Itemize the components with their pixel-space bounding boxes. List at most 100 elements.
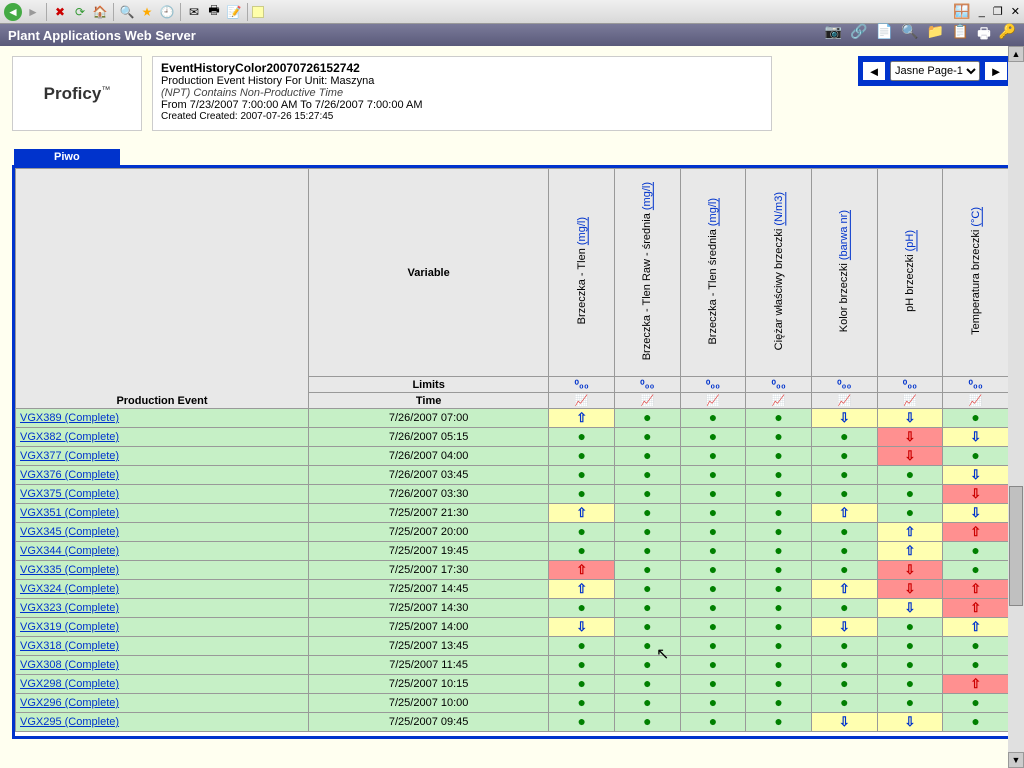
event-link[interactable]: VGX324 (Complete) — [16, 580, 309, 599]
note-icon[interactable] — [252, 6, 264, 18]
cell[interactable]: ● — [746, 656, 812, 675]
cell[interactable]: ● — [746, 409, 812, 428]
cell[interactable]: ⇧ — [943, 618, 1009, 637]
history-icon[interactable]: 🕘 — [158, 3, 176, 21]
chart-4[interactable]: 📈 — [811, 393, 877, 409]
forward-button[interactable]: ► — [24, 3, 42, 21]
close-icon[interactable]: ✕ — [1011, 5, 1020, 18]
lim-4[interactable]: ⁰₀₀ — [811, 377, 877, 393]
cell[interactable]: ● — [811, 447, 877, 466]
cell[interactable]: ● — [811, 466, 877, 485]
event-link[interactable]: VGX344 (Complete) — [16, 542, 309, 561]
chart-5[interactable]: 📈 — [877, 393, 943, 409]
cell[interactable]: ● — [746, 542, 812, 561]
cell[interactable]: ● — [877, 675, 943, 694]
vertical-scrollbar[interactable]: ▲ ▼ — [1008, 46, 1024, 768]
cell[interactable]: ● — [746, 561, 812, 580]
cell[interactable]: ● — [615, 580, 681, 599]
event-link[interactable]: VGX345 (Complete) — [16, 523, 309, 542]
cell[interactable]: ● — [549, 713, 615, 732]
folder-icon[interactable]: 📁 — [926, 23, 943, 47]
lim-1[interactable]: ⁰₀₀ — [615, 377, 681, 393]
cell[interactable]: ● — [615, 485, 681, 504]
cell[interactable]: ● — [549, 637, 615, 656]
cell[interactable]: ● — [549, 542, 615, 561]
cell[interactable]: ● — [549, 485, 615, 504]
cell[interactable]: ● — [943, 637, 1009, 656]
cell[interactable]: ● — [615, 656, 681, 675]
cell[interactable]: ● — [943, 561, 1009, 580]
cell[interactable]: ⇩ — [943, 485, 1009, 504]
cell[interactable]: ● — [746, 599, 812, 618]
cell[interactable]: ⇧ — [549, 580, 615, 599]
cell[interactable]: ⇧ — [549, 504, 615, 523]
camera-icon[interactable]: 📷 — [825, 23, 842, 47]
chart-0[interactable]: 📈 — [549, 393, 615, 409]
cell[interactable]: ● — [549, 675, 615, 694]
cell[interactable]: ⇧ — [943, 580, 1009, 599]
cell[interactable]: ● — [615, 599, 681, 618]
cell[interactable]: ● — [746, 637, 812, 656]
cell[interactable]: ● — [877, 656, 943, 675]
event-link[interactable]: VGX323 (Complete) — [16, 599, 309, 618]
cell[interactable]: ● — [811, 523, 877, 542]
cell[interactable]: ⇩ — [549, 618, 615, 637]
chart-2[interactable]: 📈 — [680, 393, 746, 409]
cell[interactable]: ● — [746, 504, 812, 523]
cell[interactable]: ● — [549, 447, 615, 466]
lim-3[interactable]: ⁰₀₀ — [746, 377, 812, 393]
cell[interactable]: ● — [877, 618, 943, 637]
home-icon[interactable]: 🏠 — [91, 3, 109, 21]
cell[interactable]: ⇩ — [877, 580, 943, 599]
refresh-icon[interactable]: ⟳ — [71, 3, 89, 21]
cell[interactable]: ● — [746, 580, 812, 599]
cell[interactable]: ⇧ — [877, 542, 943, 561]
cell[interactable]: ● — [680, 485, 746, 504]
event-link[interactable]: VGX319 (Complete) — [16, 618, 309, 637]
cell[interactable]: ● — [615, 409, 681, 428]
cell[interactable]: ● — [615, 447, 681, 466]
cell[interactable]: ● — [615, 694, 681, 713]
cell[interactable]: ⇧ — [877, 523, 943, 542]
cell[interactable]: ● — [615, 618, 681, 637]
chart-3[interactable]: 📈 — [746, 393, 812, 409]
chart-1[interactable]: 📈 — [615, 393, 681, 409]
cell[interactable]: ● — [877, 637, 943, 656]
cell[interactable]: ● — [549, 523, 615, 542]
cell[interactable]: ⇧ — [943, 675, 1009, 694]
cell[interactable]: ● — [615, 428, 681, 447]
key-icon[interactable]: 🔑 — [999, 23, 1016, 47]
lim-5[interactable]: ⁰₀₀ — [877, 377, 943, 393]
event-link[interactable]: VGX308 (Complete) — [16, 656, 309, 675]
pager-prev[interactable]: ◄ — [863, 62, 885, 80]
event-link[interactable]: VGX335 (Complete) — [16, 561, 309, 580]
cell[interactable]: ● — [877, 694, 943, 713]
cell[interactable]: ● — [943, 409, 1009, 428]
scroll-down[interactable]: ▼ — [1008, 752, 1024, 768]
cell[interactable]: ● — [680, 599, 746, 618]
cell[interactable]: ⇩ — [877, 409, 943, 428]
cell[interactable]: ● — [811, 637, 877, 656]
event-link[interactable]: VGX389 (Complete) — [16, 409, 309, 428]
cell[interactable]: ● — [680, 675, 746, 694]
print2-icon[interactable]: 🖶 — [977, 23, 990, 47]
cell[interactable]: ⇩ — [877, 599, 943, 618]
cell[interactable]: ● — [615, 504, 681, 523]
cell[interactable]: ⇩ — [877, 713, 943, 732]
restore-icon[interactable]: ❐ — [993, 5, 1003, 18]
cell[interactable]: ● — [811, 485, 877, 504]
cell[interactable]: ● — [615, 637, 681, 656]
cell[interactable]: ● — [943, 694, 1009, 713]
event-link[interactable]: VGX377 (Complete) — [16, 447, 309, 466]
cell[interactable]: ● — [877, 504, 943, 523]
event-link[interactable]: VGX375 (Complete) — [16, 485, 309, 504]
cell[interactable]: ⇧ — [943, 599, 1009, 618]
cell[interactable]: ● — [746, 618, 812, 637]
scroll-thumb[interactable] — [1009, 486, 1023, 606]
event-link[interactable]: VGX318 (Complete) — [16, 637, 309, 656]
cell[interactable]: ● — [746, 428, 812, 447]
cell[interactable]: ● — [680, 504, 746, 523]
event-link[interactable]: VGX295 (Complete) — [16, 713, 309, 732]
cell[interactable]: ⇧ — [811, 504, 877, 523]
cell[interactable]: ● — [549, 466, 615, 485]
